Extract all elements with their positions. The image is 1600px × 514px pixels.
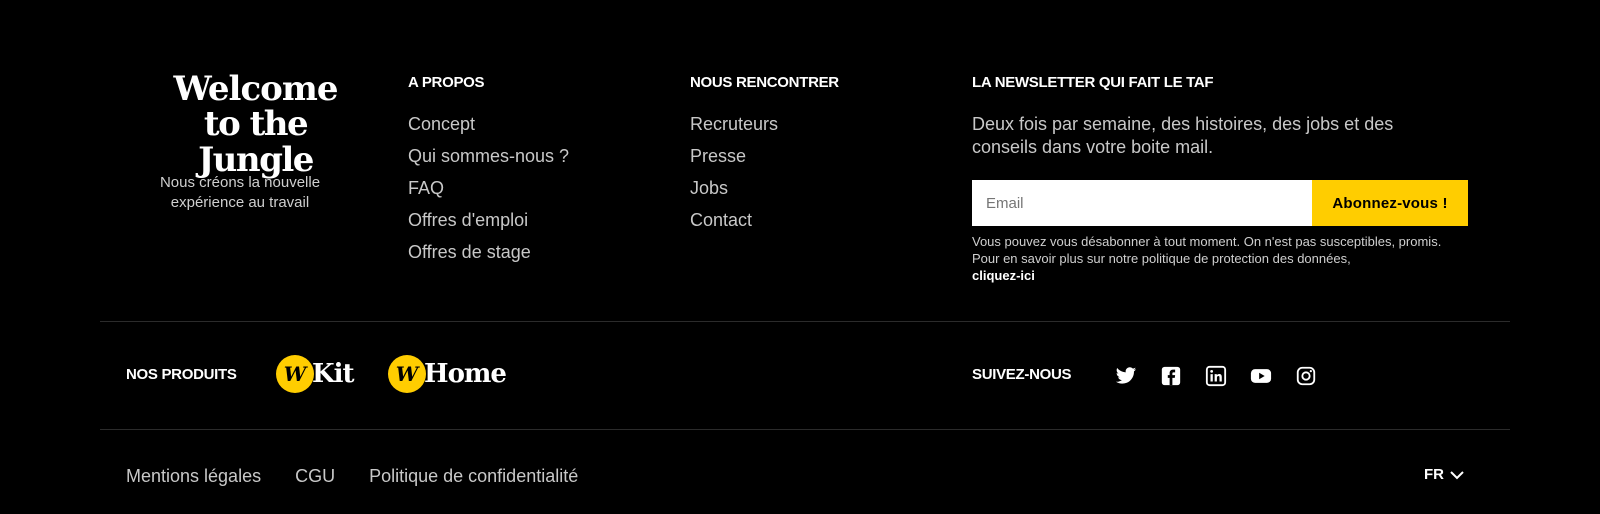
twitter-icon[interactable] xyxy=(1115,365,1137,387)
youtube-icon[interactable] xyxy=(1250,365,1272,387)
instagram-icon[interactable] xyxy=(1295,365,1317,387)
follow-label: SUIVEZ-NOUS xyxy=(972,366,1072,383)
footer-link-offres-emploi[interactable]: Offres d'emploi xyxy=(408,209,569,241)
footer-link-faq[interactable]: FAQ xyxy=(408,177,569,209)
newsletter-section: LA NEWSLETTER QUI FAIT LE TAF Deux fois … xyxy=(972,74,1472,283)
privacy-link[interactable]: cliquez-ici xyxy=(972,267,1462,284)
footer-link-offres-stage[interactable]: Offres de stage xyxy=(408,241,569,273)
newsletter-form: Abonnez-vous ! xyxy=(972,180,1468,226)
column-heading: NOUS RENCONTRER xyxy=(690,74,839,91)
footer-column-apropos: A PROPOS Concept Qui sommes-nous ? FAQ O… xyxy=(408,74,569,273)
legal-link-confidentialite[interactable]: Politique de confidentialité xyxy=(369,466,578,487)
footer-link-presse[interactable]: Presse xyxy=(690,145,839,177)
language-code: FR xyxy=(1424,466,1444,483)
wttj-badge-icon: W xyxy=(276,355,314,393)
footer-divider xyxy=(100,321,1510,322)
footer-link-contact[interactable]: Contact xyxy=(690,209,839,241)
newsletter-email-input[interactable] xyxy=(972,180,1312,226)
social-links xyxy=(1115,365,1340,387)
product-name: Kit xyxy=(312,359,354,389)
footer-divider xyxy=(100,429,1510,430)
chevron-down-icon xyxy=(1450,470,1464,479)
linkedin-icon[interactable] xyxy=(1205,365,1227,387)
legal-link-mentions[interactable]: Mentions légales xyxy=(126,466,261,487)
brand-logo[interactable]: Welcome to the Jungle xyxy=(148,72,363,178)
footer-link-jobs[interactable]: Jobs xyxy=(690,177,839,209)
newsletter-privacy-note: Vous pouvez vous désabonner à tout momen… xyxy=(972,233,1462,284)
footer-link-recruteurs[interactable]: Recruteurs xyxy=(690,113,839,145)
wttj-badge-icon: W xyxy=(388,355,426,393)
footer-column-rencontrer: NOUS RENCONTRER Recruteurs Presse Jobs C… xyxy=(690,74,839,241)
newsletter-description: Deux fois par semaine, des histoires, de… xyxy=(972,114,1394,157)
language-selector[interactable]: FR xyxy=(1424,466,1464,483)
footer-link-concept[interactable]: Concept xyxy=(408,113,569,145)
facebook-icon[interactable] xyxy=(1160,365,1182,387)
privacy-note-text: Vous pouvez vous désabonner à tout momen… xyxy=(972,234,1442,266)
newsletter-heading: LA NEWSLETTER QUI FAIT LE TAF xyxy=(972,74,1214,91)
product-name: Home xyxy=(424,359,507,389)
brand-tagline: Nous créons la nouvelle expérience au tr… xyxy=(159,174,321,211)
legal-link-cgu[interactable]: CGU xyxy=(295,466,335,487)
column-heading: A PROPOS xyxy=(408,74,485,91)
logo-line-2: to the Jungle xyxy=(198,104,314,180)
products-label: NOS PRODUITS xyxy=(126,366,237,383)
product-kit-link[interactable]: W Kit xyxy=(276,355,354,393)
footer-link-qui-sommes-nous[interactable]: Qui sommes-nous ? xyxy=(408,145,569,177)
legal-links: Mentions légales CGU Politique de confid… xyxy=(126,466,612,487)
product-home-link[interactable]: W Home xyxy=(388,355,507,393)
logo-line-1: Welcome xyxy=(173,69,339,109)
subscribe-button[interactable]: Abonnez-vous ! xyxy=(1312,180,1468,226)
